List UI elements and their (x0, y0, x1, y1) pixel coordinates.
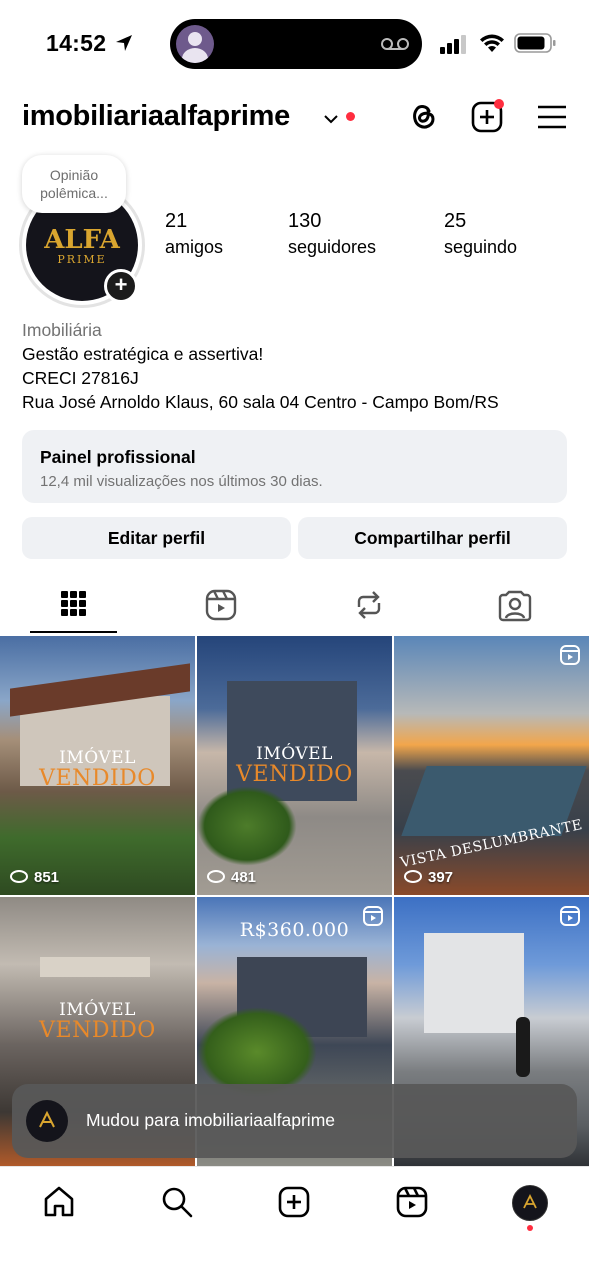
stat-value: 130 (288, 210, 322, 232)
stat-label: seguindo (444, 237, 518, 257)
note-bubble[interactable]: Opinião polêmica... (22, 155, 126, 213)
active-tab-indicator (30, 631, 117, 633)
edit-profile-button[interactable]: Editar perfil (22, 517, 291, 559)
stat-followers[interactable]: 130 seguidores (288, 210, 376, 258)
status-time: 14:52 (46, 30, 107, 56)
building-illustration (424, 933, 524, 1033)
tagged-icon[interactable] (495, 587, 535, 627)
stat-label: seguidores (288, 237, 377, 257)
reel-icon (363, 906, 383, 926)
chevron-down-icon[interactable] (322, 112, 340, 126)
post-overlay-title: IMÓVEL (59, 748, 136, 768)
bio-category: Imobiliária (22, 320, 102, 340)
reposts-icon[interactable] (349, 587, 389, 627)
reels-icon[interactable] (201, 587, 241, 627)
stat-label: amigos (165, 237, 224, 257)
wifi-icon (480, 34, 504, 52)
ceiling-illustration (40, 957, 150, 977)
bio: Imobiliária Gestão estratégica e asserti… (22, 318, 499, 414)
threads-icon[interactable] (406, 98, 440, 134)
stat-following[interactable]: 25 seguindo (444, 210, 517, 258)
logo-text-top: ALFA (44, 225, 120, 255)
profile-avatar-tab[interactable] (512, 1185, 548, 1221)
logo-text-bottom: PRIME (57, 253, 107, 266)
post-view-count: 397 (404, 869, 453, 886)
post-view-count: 481 (207, 869, 256, 886)
share-profile-button[interactable]: Compartilhar perfil (298, 517, 567, 559)
search-icon[interactable] (160, 1185, 194, 1219)
create-icon[interactable] (470, 98, 504, 134)
location-arrow-icon (116, 35, 132, 51)
reels-icon[interactable] (395, 1185, 429, 1219)
toast-avatar (26, 1100, 68, 1142)
battery-icon (514, 33, 556, 53)
menu-icon[interactable] (535, 98, 569, 134)
signal-icon (440, 35, 466, 54)
professional-dashboard[interactable]: Painel profissional 12,4 mil visualizaçõ… (22, 430, 567, 503)
plant-illustration (197, 786, 297, 866)
person-illustration (516, 1017, 530, 1077)
pro-panel-subtitle: 12,4 mil visualizações nos últimos 30 di… (40, 473, 323, 490)
stat-value: 25 (444, 210, 467, 232)
post-thumbnail[interactable]: IMÓVEL VENDIDO 851 (0, 636, 195, 895)
reel-icon (560, 906, 580, 926)
account-switch-toast: Mudou para imobiliariaalfaprime (12, 1084, 577, 1158)
notification-dot (527, 1225, 533, 1231)
alfa-logo-icon (523, 1193, 537, 1209)
grid-icon[interactable] (53, 587, 93, 627)
stat-value: 21 (165, 210, 188, 232)
post-overlay-title: IMÓVEL (256, 744, 333, 764)
account-switcher[interactable]: imobiliariaalfaprime (22, 100, 290, 133)
bio-address[interactable]: Rua José Arnoldo Klaus, 60 sala 04 Centr… (22, 390, 499, 414)
post-view-count: 851 (10, 869, 59, 886)
island-avatar (176, 25, 214, 63)
home-icon[interactable] (42, 1185, 76, 1219)
bottom-nav (0, 1166, 589, 1280)
add-story-button[interactable]: + (104, 269, 138, 303)
reel-icon (560, 645, 580, 665)
toast-message: Mudou para imobiliariaalfaprime (86, 1110, 336, 1130)
post-thumbnail[interactable]: IMÓVEL VENDIDO 481 (197, 636, 392, 895)
post-overlay-subtitle: VENDIDO (236, 762, 353, 787)
pro-panel-title: Painel profissional (40, 447, 196, 467)
post-overlay-subtitle: VENDIDO (39, 766, 156, 791)
post-thumbnail[interactable]: VISTA DESLUMBRANTE 397 (394, 636, 589, 895)
profile-header: imobiliariaalfaprime (0, 88, 589, 148)
post-overlay-title: IMÓVEL (59, 1000, 136, 1020)
stat-friends[interactable]: 21 amigos (165, 210, 223, 258)
voicemail-icon (381, 38, 409, 50)
bio-line: Gestão estratégica e assertiva! (22, 344, 264, 364)
status-bar: 14:52 (0, 0, 589, 88)
post-overlay-subtitle: VENDIDO (39, 1018, 156, 1043)
notification-dot (346, 112, 355, 121)
bio-line: CRECI 27816J (22, 368, 139, 388)
alfa-logo-icon (39, 1110, 55, 1128)
dynamic-island[interactable] (170, 19, 422, 69)
create-icon[interactable] (277, 1185, 311, 1219)
